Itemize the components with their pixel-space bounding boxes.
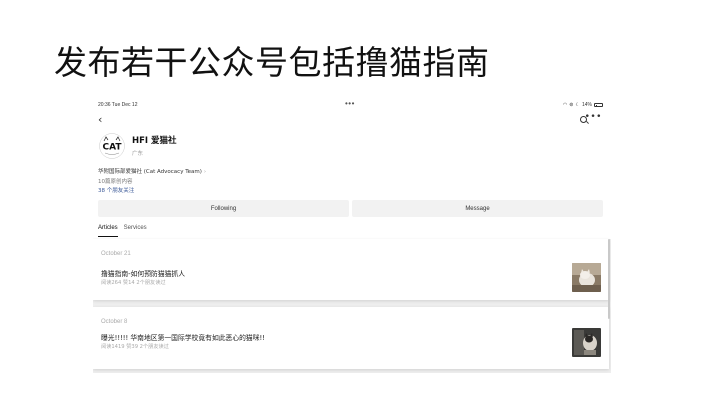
friends-following-link[interactable]: 38 个朋友关注 — [98, 186, 134, 194]
message-button[interactable]: Message — [352, 200, 603, 217]
multitask-dots-icon[interactable]: ••• — [345, 99, 355, 108]
battery-icon — [594, 103, 603, 107]
location-icon: ⊚ — [569, 102, 574, 108]
original-count: 10篇原创内容 — [98, 179, 133, 185]
moon-icon: ☾ — [575, 102, 580, 108]
article-stats: 阅读1419 赞39 2个朋友读过 — [101, 344, 169, 350]
tab-articles[interactable]: Articles — [98, 225, 118, 237]
nav-bar: ‹ ••• — [93, 112, 611, 127]
article-title[interactable]: 曝光!!!!! 华南地区第一国际学校竟有如此恶心的猫咪!! — [101, 332, 265, 342]
system-icons: ◠ ⊚ ☾ 14% — [563, 102, 603, 108]
status-bar: 20:36 Tue Dec 12 ••• ◠ ⊚ ☾ 14% — [93, 99, 611, 110]
article-feed: October 21 撸猫指南-如何预防猫猫抓人 阅读264 赞14 2个朋友读… — [93, 239, 611, 373]
more-icon[interactable]: ••• — [585, 112, 602, 122]
account-region: 广东 — [132, 151, 144, 157]
article-card[interactable]: October 21 撸猫指南-如何预防猫猫抓人 阅读264 赞14 2个朋友读… — [93, 239, 609, 300]
wifi-icon: ◠ — [562, 102, 568, 108]
back-chevron-icon[interactable]: ‹ — [98, 113, 102, 126]
wechat-account-screen: 20:36 Tue Dec 12 ••• ◠ ⊚ ☾ 14% ‹ ••• CAT… — [93, 97, 611, 373]
chevron-right-icon: › — [203, 169, 207, 175]
battery-percent: 14% — [581, 102, 592, 108]
account-description-text: 华附国际部爱猫社 (Cat Advocacy Team) — [98, 169, 202, 175]
article-stats: 阅读264 赞14 2个朋友读过 — [101, 280, 166, 286]
scrollbar[interactable] — [608, 239, 610, 319]
article-thumbnail[interactable] — [572, 328, 601, 357]
article-thumbnail[interactable] — [572, 263, 601, 292]
account-logo: CAT — [98, 132, 126, 160]
article-date: October 8 — [101, 319, 128, 325]
article-date: October 21 — [101, 251, 131, 257]
content-tabs: Articles Services — [98, 225, 147, 237]
status-time: 20:36 Tue Dec 12 — [98, 102, 138, 108]
tab-services[interactable]: Services — [124, 225, 147, 237]
account-name: HFI 爱猫社 — [132, 136, 177, 146]
article-card[interactable]: October 8 曝光!!!!! 华南地区第一国际学校竟有如此恶心的猫咪!! … — [93, 307, 609, 369]
article-title[interactable]: 撸猫指南-如何预防猫猫抓人 — [101, 268, 185, 278]
logo-lettering: CAT — [102, 143, 122, 153]
account-description[interactable]: 华附国际部爱猫社 (Cat Advocacy Team) › — [98, 167, 206, 175]
following-button[interactable]: Following — [98, 200, 349, 217]
slide-title: 发布若干公众号包括撸猫指南 — [54, 43, 490, 82]
